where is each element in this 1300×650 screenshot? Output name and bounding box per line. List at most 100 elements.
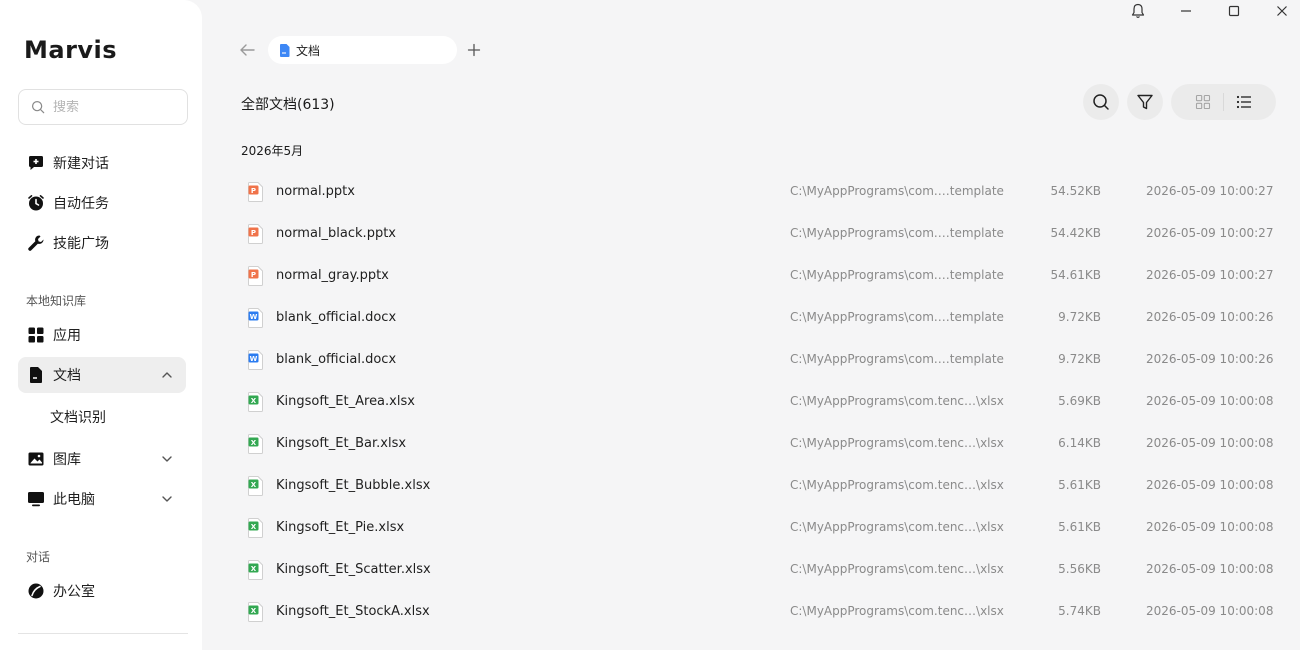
file-row[interactable]: Pnormal_black.pptx C:\MyAppPrograms\com.…… — [232, 213, 1282, 255]
tab-documents[interactable]: 文档 — [268, 36, 457, 64]
file-path: C:\MyAppPrograms\com.…template — [790, 184, 1004, 198]
xlsx-file-icon: X — [248, 434, 263, 454]
app-logo: Marvis — [24, 36, 118, 64]
nav-doc-recognition[interactable]: 文档识别 — [50, 407, 106, 427]
svg-text:X: X — [251, 523, 257, 531]
nav-skill-plaza[interactable]: 技能广场 — [18, 225, 186, 261]
chevron-up-icon[interactable] — [160, 368, 174, 382]
file-path: C:\MyAppPrograms\com.…template — [790, 226, 1004, 240]
search-icon — [1093, 94, 1109, 110]
file-modified-date: 2026-05-09 10:00:08 — [1146, 394, 1274, 408]
search-button[interactable] — [1083, 84, 1119, 120]
back-arrow-icon[interactable] — [238, 42, 256, 58]
file-row[interactable]: Wblank_official.docx C:\MyAppPrograms\com… — [232, 339, 1282, 381]
chevron-down-icon[interactable] — [160, 452, 174, 466]
pptx-file-icon: P — [248, 266, 263, 286]
file-size: 5.69KB — [1058, 394, 1101, 408]
file-modified-date: 2026-05-09 10:00:26 — [1146, 352, 1274, 366]
tab-label: 文档 — [296, 43, 321, 58]
file-size: 54.52KB — [1050, 184, 1101, 198]
svg-text:W: W — [250, 313, 258, 321]
xlsx-file-icon: X — [248, 518, 263, 538]
nav-auto-task[interactable]: 自动任务 — [18, 185, 186, 221]
file-size: 5.61KB — [1058, 478, 1101, 492]
file-path: C:\MyAppPrograms\com.tenc…\xlsx — [790, 478, 1004, 492]
filter-button[interactable] — [1127, 84, 1163, 120]
file-row[interactable]: X Kingsoft_Et_StockA.xlsx C:\MyAppPrograms… — [232, 591, 1282, 633]
chevron-down-icon[interactable] — [160, 492, 174, 506]
file-row[interactable]: Pnormal.pptx C:\MyAppPrograms\com.…templa… — [232, 171, 1282, 213]
file-row[interactable]: X Kingsoft_Et_Bar.xlsx C:\MyAppPrograms\co… — [232, 423, 1282, 465]
section-chat: 对话 — [26, 550, 51, 564]
pptx-file-icon: P — [248, 224, 263, 244]
date-group-label: 2026年5月 — [241, 144, 304, 158]
add-tab-icon[interactable] — [466, 42, 482, 58]
file-size: 54.42KB — [1050, 226, 1101, 240]
file-path: C:\MyAppPrograms\com.…template — [790, 352, 1004, 366]
file-path: C:\MyAppPrograms\com.…template — [790, 268, 1004, 282]
docx-file-icon: W — [248, 308, 263, 328]
svg-text:W: W — [250, 355, 258, 363]
nav-gallery-label: 图库 — [53, 452, 81, 468]
file-row[interactable]: X Kingsoft_Et_Area.xlsx C:\MyAppPrograms\c… — [232, 381, 1282, 423]
close-button[interactable] — [1262, 0, 1300, 22]
nav-apps-label: 应用 — [53, 328, 81, 344]
maximize-button[interactable] — [1214, 0, 1254, 22]
nav-skill-plaza-label: 技能广场 — [53, 236, 109, 252]
app-window: Marvis 新建对话 自动任务 技能广场 本地知识库 — [0, 0, 1300, 650]
xlsx-file-icon: X — [248, 476, 263, 496]
search-icon — [31, 100, 45, 114]
file-size: 5.74KB — [1058, 604, 1101, 618]
minimize-icon — [1181, 10, 1191, 12]
file-row[interactable]: X Kingsoft_Et_Pie.xlsx C:\MyAppPrograms\co… — [232, 507, 1282, 549]
file-modified-date: 2026-05-09 10:00:27 — [1146, 226, 1274, 240]
file-modified-date: 2026-05-09 10:00:08 — [1146, 562, 1274, 576]
nav-office[interactable]: 办公室 — [18, 573, 186, 609]
nav-documents[interactable]: 文档 — [18, 357, 186, 393]
list-view-icon — [1236, 95, 1251, 109]
svg-text:X: X — [251, 397, 257, 405]
file-row[interactable]: X Kingsoft_Et_Bubble.xlsx C:\MyAppPrograms… — [232, 465, 1282, 507]
file-size: 9.72KB — [1058, 352, 1101, 366]
file-modified-date: 2026-05-09 10:00:08 — [1146, 478, 1274, 492]
monitor-icon — [27, 490, 45, 508]
svg-text:X: X — [251, 607, 257, 615]
bell-icon — [1131, 3, 1145, 18]
svg-text:X: X — [251, 439, 257, 447]
file-size: 6.14KB — [1058, 436, 1101, 450]
search-field[interactable] — [18, 89, 188, 125]
file-name: Kingsoft_Et_Area.xlsx — [276, 394, 415, 409]
file-path: C:\MyAppPrograms\com.tenc…\xlsx — [790, 604, 1004, 618]
filter-icon — [1137, 94, 1153, 110]
svg-text:P: P — [251, 271, 256, 279]
file-path: C:\MyAppPrograms\com.tenc…\xlsx — [790, 520, 1004, 534]
nav-new-chat[interactable]: 新建对话 — [18, 145, 186, 181]
nav-new-chat-label: 新建对话 — [53, 156, 109, 172]
page-title: 全部文档(613) — [241, 97, 335, 113]
svg-text:P: P — [251, 229, 256, 237]
file-name: normal_gray.pptx — [276, 268, 389, 283]
nav-gallery[interactable]: 图库 — [18, 441, 186, 477]
grid-view-icon — [1195, 94, 1211, 110]
xlsx-file-icon: X — [248, 602, 263, 622]
file-name: Kingsoft_Et_Bubble.xlsx — [276, 478, 431, 493]
file-modified-date: 2026-05-09 10:00:08 — [1146, 520, 1274, 534]
minimize-button[interactable] — [1166, 0, 1206, 22]
file-row[interactable]: Pnormal_gray.pptx C:\MyAppPrograms\com.…t… — [232, 255, 1282, 297]
list-view-button[interactable] — [1218, 84, 1270, 120]
notification-bell-button[interactable] — [1118, 0, 1158, 22]
image-icon — [27, 450, 45, 468]
search-input[interactable] — [53, 99, 173, 115]
section-local-kb: 本地知识库 — [26, 294, 87, 308]
svg-text:P: P — [251, 187, 256, 195]
file-size: 5.56KB — [1058, 562, 1101, 576]
file-row[interactable]: X Kingsoft_Et_Scatter.xlsx C:\MyAppProgram… — [232, 549, 1282, 591]
nav-documents-label: 文档 — [53, 368, 81, 384]
file-name: Kingsoft_Et_Scatter.xlsx — [276, 562, 431, 577]
file-modified-date: 2026-05-09 10:00:08 — [1146, 436, 1274, 450]
file-size: 54.61KB — [1050, 268, 1101, 282]
nav-this-pc[interactable]: 此电脑 — [18, 481, 186, 517]
file-path: C:\MyAppPrograms\com.tenc…\xlsx — [790, 436, 1004, 450]
file-row[interactable]: Wblank_official.docx C:\MyAppPrograms\com… — [232, 297, 1282, 339]
nav-apps[interactable]: 应用 — [18, 317, 186, 353]
